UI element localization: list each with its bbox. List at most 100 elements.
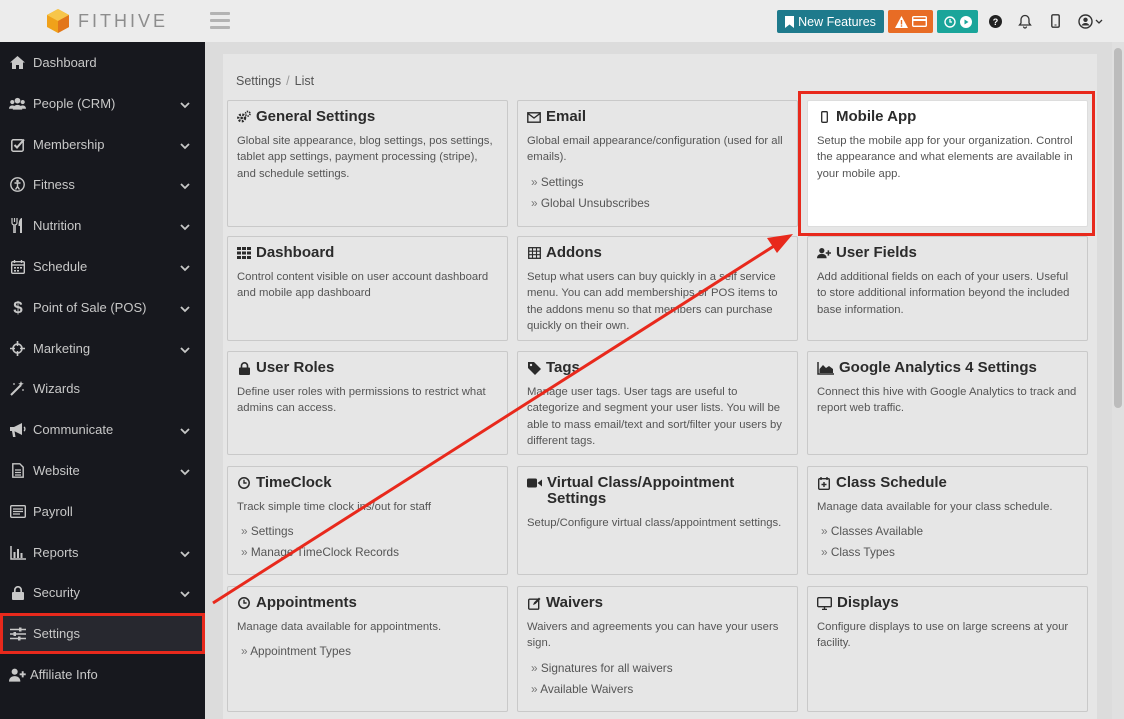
sidebar-item-reports[interactable]: Reports [0,532,205,573]
card-displays[interactable]: Displays Configure displays to use on la… [807,586,1088,712]
sidebar-item-label: Payroll [33,504,73,519]
email-settings-link[interactable]: Settings [531,175,788,189]
card-appointments[interactable]: Appointments Manage data available for a… [227,586,508,712]
sidebar-item-point-of-sale-pos[interactable]: $ Point of Sale (POS) [0,287,205,328]
available-waivers-link[interactable]: Available Waivers [531,682,788,696]
sidebar-item-label: Membership [33,137,105,152]
card-description: Manage data available for appointments. [237,621,442,633]
card-general-settings[interactable]: General Settings Global site appearance,… [227,100,508,227]
breadcrumb-current: List [294,74,315,88]
bell-icon[interactable] [1016,12,1034,30]
card-dashboard[interactable]: Dashboard Control content visible on use… [227,236,508,341]
new-features-label: New Features [798,14,876,29]
chevron-down-icon[interactable] [180,97,190,112]
card-description: Track simple time clock ins/out for staf… [237,501,431,513]
sidebar-item-dashboard[interactable]: Dashboard [0,42,205,83]
sidebar-item-membership[interactable]: Membership [0,124,205,165]
sidebar-item-communicate[interactable]: Communicate [0,409,205,450]
users-icon [9,95,26,112]
sidebar-item-label: People (CRM) [33,96,116,111]
chevron-down-icon[interactable] [180,138,190,153]
timeclock-settings-link[interactable]: Settings [241,524,498,538]
sidebar-item-fitness[interactable]: Fitness [0,164,205,205]
sidebar-item-people-crm[interactable]: People (CRM) [0,83,205,124]
card-title: Class Schedule [836,474,947,491]
card-description: Manage user tags. User tags are useful t… [527,386,782,447]
svg-text:$: $ [13,299,23,316]
global-unsubscribes-link[interactable]: Global Unsubscribes [531,196,788,210]
menu-toggle-icon[interactable] [210,12,230,30]
sidebar-item-label: Nutrition [33,218,82,233]
card-addons[interactable]: Addons Setup what users can buy quickly … [517,236,798,341]
clock-icon [943,15,956,28]
sidebar-item-affiliate-info[interactable]: Affiliate Info [0,654,205,695]
sidebar-item-schedule[interactable]: Schedule [0,246,205,287]
breadcrumb: Settings / List [236,74,315,88]
sidebar-item-label: Fitness [33,177,75,192]
card-email[interactable]: Email Global email appearance/configurat… [517,100,798,227]
sidebar-item-nutrition[interactable]: Nutrition [0,205,205,246]
chevron-down-icon[interactable] [180,219,190,234]
sidebar-item-marketing[interactable]: Marketing [0,328,205,369]
lock-icon [237,360,251,376]
help-icon[interactable]: ? [986,12,1004,30]
sidebar-item-website[interactable]: Website [0,450,205,491]
card-user-roles[interactable]: User Roles Define user roles with permis… [227,351,508,455]
card-class-schedule[interactable]: Class Schedule Manage data available for… [807,466,1088,575]
sidebar-item-label: Affiliate Info [30,667,98,682]
card-description: Control content visible on user account … [237,271,489,300]
card-title: Tags [546,359,580,376]
desktop-icon [817,595,832,611]
mobile-icon[interactable] [1046,12,1064,30]
card-tags[interactable]: Tags Manage user tags. User tags are use… [517,351,798,455]
play-icon [959,15,972,28]
chevron-down-icon[interactable] [180,301,190,316]
card-timeclock[interactable]: TimeClock Track simple time clock ins/ou… [227,466,508,575]
chevron-down-icon[interactable] [180,342,190,357]
sidebar-item-security[interactable]: Security [0,572,205,613]
signatures-all-waivers-link[interactable]: Signatures for all waivers [531,661,788,675]
lock-icon [9,584,26,601]
card-google-analytics[interactable]: Google Analytics 4 Settings Connect this… [807,351,1088,455]
table-icon [527,245,541,261]
manage-timeclock-records-link[interactable]: Manage TimeClock Records [241,545,498,559]
card-title: Google Analytics 4 Settings [839,359,1037,376]
card-waivers[interactable]: Waivers Waivers and agreements you can h… [517,586,798,712]
timeclock-button[interactable] [937,10,978,33]
chevron-down-icon[interactable] [180,423,190,438]
chevron-down-icon[interactable] [180,546,190,561]
card-title: Dashboard [256,244,335,261]
sidebar-item-settings[interactable]: Settings [0,613,205,654]
calendar-icon [9,258,26,275]
warning-icon [894,15,908,28]
classes-available-link[interactable]: Classes Available [821,524,1078,538]
file-icon [9,462,26,479]
sidebar-item-label: Security [33,585,80,600]
scrollbar-thumb[interactable] [1114,48,1122,408]
card-virtual-class[interactable]: Virtual Class/Appointment Settings Setup… [517,466,798,575]
top-bar: FITHIVE New Features ? [0,0,1124,42]
appointment-types-link[interactable]: Appointment Types [241,644,498,658]
card-title: Displays [837,594,899,611]
chevron-down-icon[interactable] [180,464,190,479]
hive-logo-icon [47,9,69,33]
card-title: TimeClock [256,474,332,491]
envelope-icon [527,109,541,125]
breadcrumb-settings-link[interactable]: Settings [236,74,281,88]
new-features-button[interactable]: New Features [777,10,884,33]
user-menu-icon[interactable] [1078,12,1104,30]
fitness-icon [9,176,26,193]
chevron-down-icon[interactable] [180,586,190,601]
sidebar-item-label: Website [33,463,80,478]
card-user-fields[interactable]: User Fields Add additional fields on eac… [807,236,1088,341]
billing-alert-button[interactable] [888,10,933,33]
card-description: Add additional fields on each of your us… [817,271,1070,316]
chevron-down-icon[interactable] [180,260,190,275]
card-description: Setup what users can buy quickly in a se… [527,271,778,332]
class-types-link[interactable]: Class Types [821,545,1078,559]
sidebar-item-payroll[interactable]: Payroll [0,491,205,532]
app-logo[interactable]: FITHIVE [46,8,168,34]
sidebar-item-label: Dashboard [33,55,97,70]
sidebar-item-wizards[interactable]: Wizards [0,368,205,409]
chevron-down-icon[interactable] [180,178,190,193]
